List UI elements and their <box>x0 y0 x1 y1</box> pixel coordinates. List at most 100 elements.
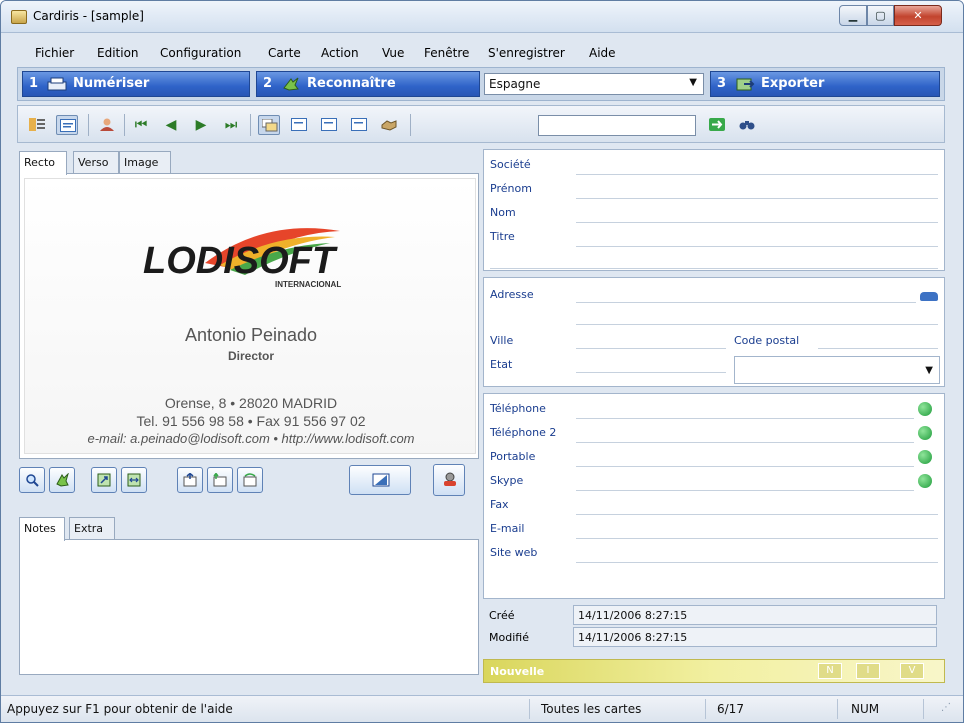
go-search-button[interactable] <box>706 115 728 135</box>
card-icon <box>351 118 367 131</box>
menu-carte[interactable]: Carte <box>268 46 301 60</box>
binoculars-icon <box>739 118 755 131</box>
magnifier-icon <box>25 473 39 487</box>
toolbar-separator <box>124 114 125 136</box>
previous-card-button[interactable]: ◀ <box>160 115 182 135</box>
next-card-button[interactable]: ▶ <box>190 115 212 135</box>
city-field[interactable] <box>576 348 726 349</box>
step-numeriser-button[interactable]: 1 Numériser <box>22 71 250 97</box>
phone-call-icon[interactable] <box>918 426 932 440</box>
card-layout-3-button[interactable] <box>348 115 370 135</box>
firstname-label: Prénom <box>490 182 532 195</box>
main-toolbar: ⏮ ◀ ▶ ⏭ <box>17 105 945 143</box>
mobile-label: Portable <box>490 450 536 463</box>
step-label: Reconnaître <box>307 76 396 91</box>
card-view-icon <box>60 119 76 132</box>
menu-action[interactable]: Action <box>321 46 359 60</box>
recognize-button[interactable] <box>49 467 75 493</box>
address-field-line2[interactable] <box>576 324 938 325</box>
skype-label: Skype <box>490 474 524 487</box>
find-button[interactable] <box>736 115 758 135</box>
notes-textarea[interactable] <box>19 539 479 675</box>
insert-image-button[interactable] <box>349 465 411 495</box>
copy-back-button[interactable] <box>207 467 233 493</box>
phone-call-icon[interactable] <box>918 450 932 464</box>
phone2-field[interactable] <box>576 442 914 443</box>
tab-notes[interactable]: Notes <box>19 517 65 541</box>
maximize-button[interactable]: ▢ <box>867 5 894 26</box>
country-select[interactable]: Espagne ▼ <box>484 73 704 95</box>
step-number: 3 <box>717 76 727 91</box>
menu-aide[interactable]: Aide <box>589 46 616 60</box>
status-filter: Toutes les cartes <box>541 702 642 716</box>
card-copy-icon <box>183 472 197 487</box>
phone-call-icon[interactable] <box>918 474 932 488</box>
phone-call-icon[interactable] <box>918 402 932 416</box>
phone-label: Téléphone <box>490 402 546 415</box>
svg-text:LODISOFT: LODISOFT <box>143 240 338 282</box>
tab-recto[interactable]: Recto <box>19 151 67 175</box>
step-label: Exporter <box>761 76 825 91</box>
menu-configuration[interactable]: Configuration <box>160 46 241 60</box>
resize-grip-icon[interactable]: ⋰ <box>941 702 951 713</box>
swap-sides-button[interactable] <box>237 467 263 493</box>
zoom-button[interactable] <box>19 467 45 493</box>
skype-field[interactable] <box>576 490 914 491</box>
first-card-button[interactable]: ⏮ <box>130 115 152 135</box>
car-icon[interactable] <box>920 292 938 301</box>
phone-field[interactable] <box>576 418 914 419</box>
search-input[interactable] <box>538 115 696 136</box>
mobile-field[interactable] <box>576 466 914 467</box>
state-n-button[interactable]: N <box>818 663 842 679</box>
jobtitle-field-line2[interactable] <box>490 268 938 269</box>
firstname-field[interactable] <box>576 198 938 199</box>
card-view-button[interactable] <box>56 115 78 135</box>
contact-button[interactable] <box>96 115 118 135</box>
delete-image-button[interactable] <box>433 464 465 496</box>
flip-button[interactable] <box>121 467 147 493</box>
menu-fichier[interactable]: Fichier <box>35 46 74 60</box>
tab-image[interactable]: Image <box>119 151 171 173</box>
company-field[interactable] <box>576 174 938 175</box>
country-dropdown[interactable]: ▼ <box>734 356 940 384</box>
lastname-field[interactable] <box>576 222 938 223</box>
copy-front-button[interactable] <box>177 467 203 493</box>
email-field[interactable] <box>576 538 938 539</box>
status-position: 6/17 <box>717 702 744 716</box>
all-cards-view-button[interactable] <box>258 115 280 135</box>
tab-extra[interactable]: Extra <box>69 517 115 539</box>
menu-vue[interactable]: Vue <box>382 46 404 60</box>
step-exporter-button[interactable]: 3 Exporter <box>710 71 940 97</box>
menu-edition[interactable]: Edition <box>97 46 139 60</box>
state-v-button[interactable]: V <box>900 663 924 679</box>
step-reconnaitre-button[interactable]: 2 Reconnaître <box>256 71 480 97</box>
previous-icon: ◀ <box>165 117 177 133</box>
lastname-label: Nom <box>490 206 516 219</box>
state-i-button[interactable]: I <box>856 663 880 679</box>
card-state-label: Nouvelle <box>490 665 545 678</box>
card-person-name: Antonio Peinado <box>184 325 318 345</box>
handshake-button[interactable] <box>378 115 400 135</box>
card-layout-1-button[interactable] <box>288 115 310 135</box>
website-field[interactable] <box>576 562 938 563</box>
step-label: Numériser <box>73 76 150 91</box>
zip-field[interactable] <box>818 348 938 349</box>
created-date: 14/11/2006 8:27:15 <box>573 605 937 625</box>
modified-date: 14/11/2006 8:27:15 <box>573 627 937 647</box>
rotate-button[interactable] <box>91 467 117 493</box>
card-layout-2-button[interactable] <box>318 115 340 135</box>
menu-fenetre[interactable]: Fenêtre <box>424 46 469 60</box>
minimize-button[interactable]: ▁ <box>839 5 867 26</box>
card-image-view[interactable]: LODISOFT INTERNACIONAL Antonio Peinado D… <box>19 173 479 459</box>
jobtitle-field[interactable] <box>576 246 938 247</box>
address-field[interactable] <box>576 302 916 303</box>
list-view-button[interactable] <box>26 115 48 135</box>
state-field[interactable] <box>576 372 726 373</box>
close-button[interactable]: ✕ <box>894 5 942 26</box>
last-card-button[interactable]: ⏭ <box>220 115 242 135</box>
fax-field[interactable] <box>576 514 938 515</box>
tab-verso[interactable]: Verso <box>73 151 119 173</box>
menu-senregistrer[interactable]: S'enregistrer <box>488 46 565 60</box>
rotate-icon <box>97 473 111 487</box>
menu-bar: Fichier Edition Configuration Carte Acti… <box>17 41 945 65</box>
